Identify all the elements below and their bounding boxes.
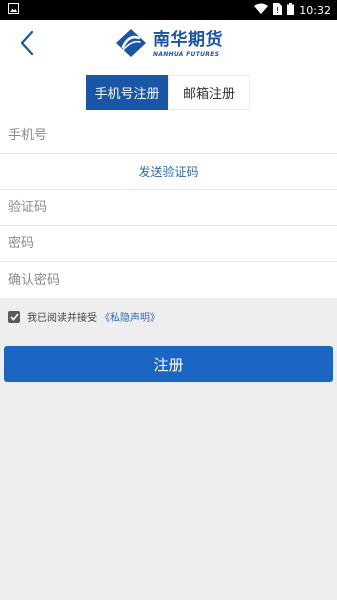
agreement-row: 我已阅读并接受 《私隐声明》 [0, 298, 337, 324]
image-icon [8, 3, 19, 17]
logo-subtitle: NANHUA FUTURES [153, 51, 220, 58]
register-button[interactable]: 注册 [4, 346, 333, 382]
tab-email-register[interactable]: 邮箱注册 [168, 75, 250, 110]
register-form: 发送验证码 [0, 118, 337, 298]
code-row [0, 190, 337, 226]
confirm-password-row [0, 262, 337, 298]
agreement-checkbox[interactable] [8, 310, 20, 323]
register-tabs: 手机号注册 邮箱注册 [0, 70, 337, 118]
logo: 南华期货 NANHUA FUTURES [114, 28, 223, 62]
password-row [0, 226, 337, 262]
confirm-password-input[interactable] [8, 262, 337, 298]
battery-icon [287, 2, 295, 18]
agreement-text: 我已阅读并接受 [27, 313, 97, 324]
wifi-icon [254, 3, 269, 17]
phone-input[interactable] [8, 118, 337, 153]
phone-row [0, 118, 337, 154]
tab-phone-register[interactable]: 手机号注册 [86, 75, 168, 110]
send-code-button[interactable]: 发送验证码 [0, 154, 337, 190]
verification-code-input[interactable] [8, 190, 337, 225]
no-sim-icon: ! [273, 2, 283, 18]
chevron-left-icon [19, 30, 35, 60]
back-button[interactable] [12, 29, 42, 61]
privacy-statement-link[interactable]: 《私隐声明》 [100, 309, 160, 324]
nanhua-logo-icon [114, 28, 148, 62]
logo-title: 南华期货 [153, 30, 223, 50]
password-input[interactable] [8, 226, 337, 261]
header: 南华期货 NANHUA FUTURES [0, 20, 337, 70]
svg-text:!: ! [276, 6, 279, 15]
status-bar: ! 10:32 [0, 0, 337, 20]
status-time: 10:32 [299, 3, 331, 17]
